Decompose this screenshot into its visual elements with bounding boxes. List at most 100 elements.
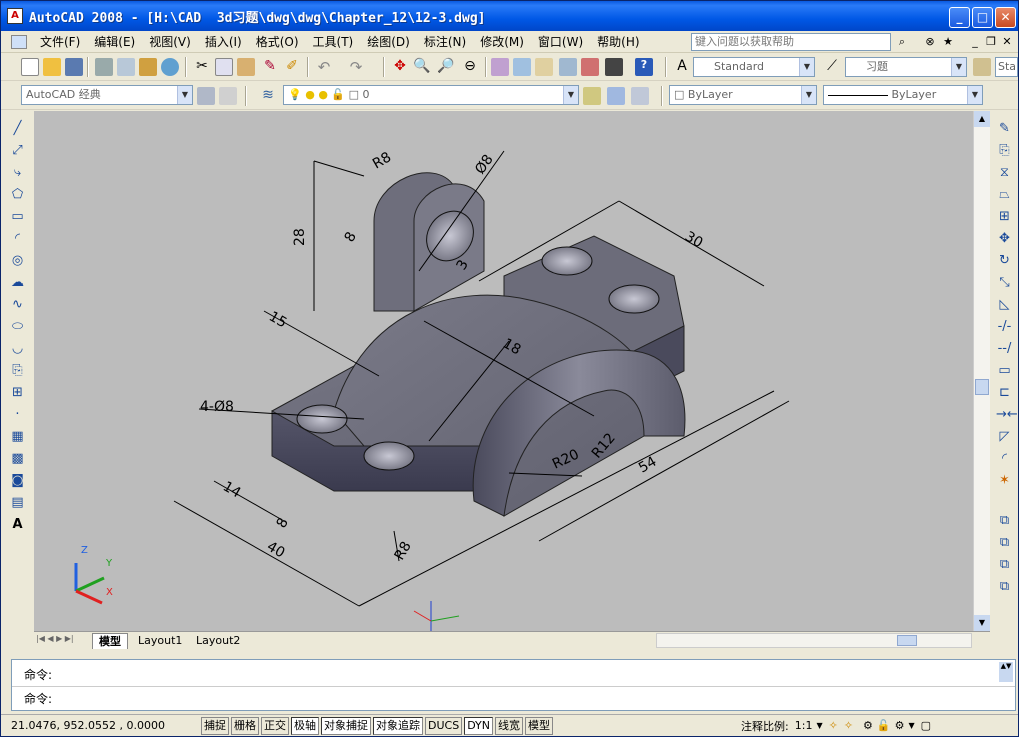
tab-layout2[interactable]: Layout2 — [190, 633, 246, 649]
document-icon[interactable] — [11, 34, 27, 49]
match-properties-icon[interactable]: ✎ — [261, 58, 279, 76]
make-block-icon[interactable]: ⊞ — [9, 384, 26, 401]
construction-line-icon[interactable]: ⤢ — [9, 142, 26, 159]
toolbar-lock-icon[interactable]: 🔓 — [877, 719, 891, 732]
menu-file[interactable]: 文件(F) — [33, 33, 87, 50]
copy-icon[interactable] — [215, 58, 233, 76]
auto-scale-icon[interactable]: ✧ — [844, 719, 853, 732]
lightbulb-icon[interactable]: 💡 — [288, 88, 302, 101]
menu-format[interactable]: 格式(O) — [249, 33, 306, 50]
vertical-scroll-thumb[interactable] — [975, 379, 989, 395]
insert-block-icon[interactable]: ⎘ — [9, 362, 26, 379]
extend-icon[interactable]: --/ — [996, 340, 1013, 357]
mirror-icon[interactable]: ⧖ — [996, 164, 1013, 181]
lineweight-toggle[interactable]: 线宽 — [495, 716, 524, 735]
tray-settings-icon[interactable]: ⚙ — [895, 719, 905, 732]
color-select[interactable]: □ ByLayer ▼ — [669, 85, 817, 105]
ducs-toggle[interactable]: DUCS — [425, 716, 463, 735]
menu-modify[interactable]: 修改(M) — [473, 33, 531, 50]
draworder-above-icon[interactable]: ⧉ — [996, 556, 1013, 573]
text-style-select[interactable]: Standard ▼ — [693, 57, 815, 77]
table-icon[interactable]: ▤ — [9, 494, 26, 511]
multiline-text-icon[interactable]: A — [9, 516, 26, 533]
menu-window[interactable]: 窗口(W) — [531, 33, 590, 50]
search-icon[interactable]: ⌕ — [894, 34, 910, 50]
trim-icon[interactable]: -/- — [996, 318, 1013, 335]
rectangle-icon[interactable]: ▭ — [9, 208, 26, 225]
hatch-icon[interactable]: ▦ — [9, 428, 26, 445]
layer-previous-icon[interactable] — [607, 87, 625, 105]
polar-toggle[interactable]: 极轴 — [291, 716, 319, 735]
vp-freeze-icon[interactable]: ● — [318, 88, 328, 101]
scroll-up-arrow[interactable]: ▲ — [974, 111, 990, 127]
doc-minimize-button[interactable]: _ — [967, 34, 983, 50]
plot-icon[interactable] — [95, 58, 113, 76]
chevron-down-icon[interactable]: ▼ — [816, 721, 822, 730]
menu-help[interactable]: 帮助(H) — [590, 33, 646, 50]
tab-nav-arrows[interactable]: |◀ ◀ ▶ ▶| — [36, 634, 74, 643]
layer-manager-icon[interactable]: ≋ — [259, 87, 277, 105]
draworder-back-icon[interactable]: ⧉ — [996, 534, 1013, 551]
offset-icon[interactable]: ⏢ — [996, 186, 1013, 203]
make-object-layer-current-icon[interactable] — [583, 87, 601, 105]
menu-tools[interactable]: 工具(T) — [306, 33, 361, 50]
annotation-visibility-icon[interactable]: ✧ — [829, 719, 838, 732]
publish-icon[interactable] — [139, 58, 157, 76]
menu-dimension[interactable]: 标注(N) — [417, 33, 473, 50]
undo-icon[interactable]: ↶ — [315, 58, 333, 76]
break-at-point-icon[interactable]: ▭ — [996, 362, 1013, 379]
save-icon[interactable] — [65, 58, 83, 76]
layer-states-icon[interactable] — [631, 87, 649, 105]
ellipse-arc-icon[interactable]: ◡ — [9, 340, 26, 357]
tool-palettes-icon[interactable] — [535, 58, 553, 76]
doc-restore-button[interactable]: ❐ — [983, 34, 999, 50]
copy-object-icon[interactable]: ⎘ — [996, 142, 1013, 159]
new-file-icon[interactable] — [21, 58, 39, 76]
open-file-icon[interactable] — [43, 58, 61, 76]
markup-icon[interactable] — [581, 58, 599, 76]
draworder-front-icon[interactable]: ⧉ — [996, 512, 1013, 529]
model-toggle[interactable]: 模型 — [525, 716, 554, 735]
help-icon[interactable]: ? — [635, 58, 653, 76]
point-icon[interactable]: · — [9, 406, 26, 423]
dim-style-icon[interactable]: ⟋ — [823, 58, 841, 76]
tab-layout1[interactable]: Layout1 — [132, 633, 188, 649]
dyn-toggle[interactable]: DYN — [464, 716, 494, 735]
vertical-scrollbar[interactable]: ▲ ▼ — [973, 111, 990, 631]
chamfer-icon[interactable]: ◸ — [996, 428, 1013, 445]
grid-toggle[interactable]: 栅格 — [231, 716, 259, 735]
snap-toggle[interactable]: 捕捉 — [201, 716, 229, 735]
cut-icon[interactable]: ✂ — [193, 58, 211, 76]
table-style-icon[interactable] — [973, 58, 991, 76]
favorites-star-icon[interactable]: ★ — [940, 34, 956, 50]
menu-view[interactable]: 视图(V) — [142, 33, 198, 50]
tab-model[interactable]: 模型 — [92, 633, 128, 649]
coordinate-readout[interactable]: 21.0476, 952.0552 , 0.0000 — [11, 719, 199, 732]
zoom-realtime-icon[interactable]: 🔍 — [413, 58, 431, 76]
spline-icon[interactable]: ∿ — [9, 296, 26, 313]
help-search-input[interactable]: 键入问题以获取帮助 — [691, 33, 891, 51]
zoom-previous-icon[interactable]: ⊖ — [461, 58, 479, 76]
autocad-app-icon[interactable]: A — [7, 8, 23, 24]
block-editor-icon[interactable]: ✐ — [283, 58, 301, 76]
horizontal-scroll-thumb[interactable] — [897, 635, 917, 646]
draworder-under-icon[interactable]: ⧉ — [996, 578, 1013, 595]
command-prompt[interactable]: 命令: — [24, 690, 52, 707]
scale-icon[interactable]: ⤡ — [996, 274, 1013, 291]
fillet-icon[interactable]: ◜ — [996, 450, 1013, 467]
paste-icon[interactable] — [237, 58, 255, 76]
otrack-toggle[interactable]: 对象追踪 — [373, 716, 423, 735]
stretch-icon[interactable]: ◺ — [996, 296, 1013, 313]
sheet-set-icon[interactable] — [559, 58, 577, 76]
circle-icon[interactable]: ◎ — [9, 252, 26, 269]
line-icon[interactable]: ╱ — [9, 120, 26, 137]
clean-screen-icon[interactable]: ▢ — [921, 719, 931, 732]
maximize-button[interactable]: □ — [972, 7, 993, 28]
properties-icon[interactable] — [491, 58, 509, 76]
menu-edit[interactable]: 编辑(E) — [87, 33, 142, 50]
calculator-icon[interactable] — [605, 58, 623, 76]
osnap-toggle[interactable]: 对象捕捉 — [321, 716, 371, 735]
revision-cloud-icon[interactable]: ☁ — [9, 274, 26, 291]
doc-close-button[interactable]: ✕ — [999, 34, 1015, 50]
erase-icon[interactable]: ✎ — [996, 120, 1013, 137]
